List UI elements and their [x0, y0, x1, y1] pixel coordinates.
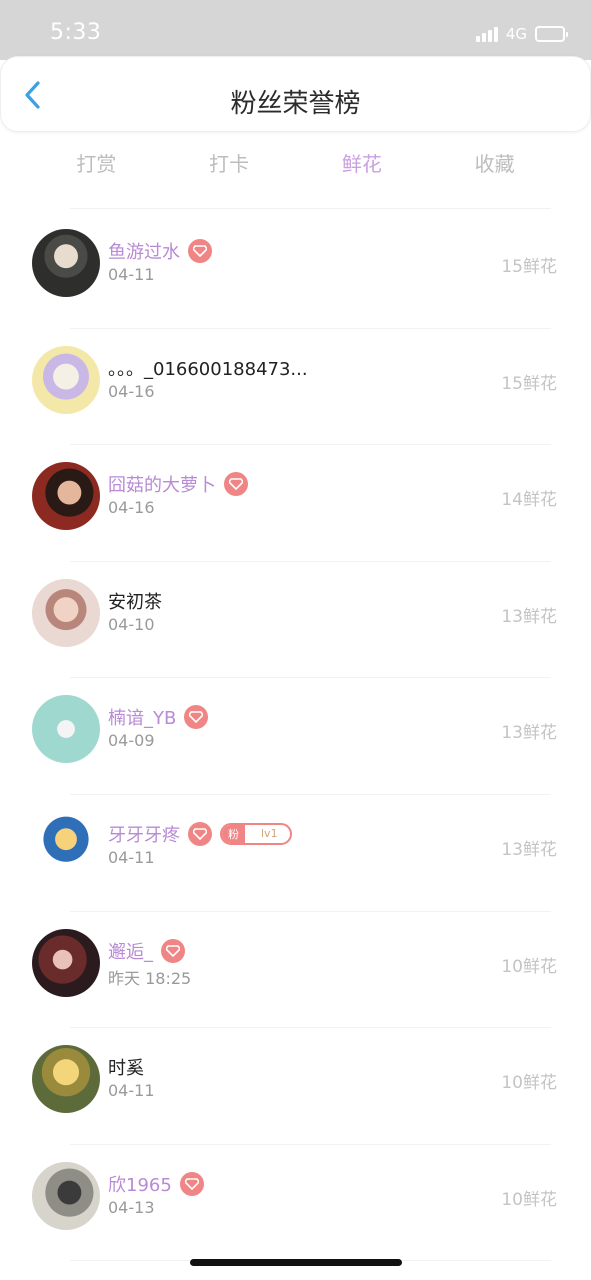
- list-item[interactable]: 邂逅_ 昨天 18:25 10鲜花: [0, 912, 591, 1029]
- fan-level-badge: 粉 lv1: [220, 822, 292, 845]
- user-date: 04-16: [108, 381, 155, 401]
- list-item[interactable]: 安初茶 04-10 13鲜花: [0, 562, 591, 679]
- tab-tips[interactable]: 打赏: [76, 140, 116, 186]
- list-item[interactable]: 欣1965 04-13 10鲜花: [0, 1145, 591, 1262]
- avatar[interactable]: [32, 1045, 100, 1114]
- tab-flowers[interactable]: 鲜花: [342, 140, 382, 186]
- flower-count: 14鲜花: [501, 490, 557, 511]
- tab-favorites[interactable]: 收藏: [475, 140, 515, 186]
- list-item[interactable]: 鱼游过水 04-11 15鲜花: [0, 212, 591, 329]
- avatar[interactable]: [32, 578, 100, 647]
- list-item[interactable]: 。。。_016600188473... 04-16 15鲜花: [0, 329, 591, 446]
- avatar[interactable]: [32, 1161, 100, 1230]
- flower-count: 13鲜花: [501, 839, 557, 860]
- list-item[interactable]: 时奚 04-11 10鲜花: [0, 1028, 591, 1145]
- user-name[interactable]: 鱼游过水: [108, 238, 180, 264]
- diamond-icon: [184, 705, 209, 730]
- flower-count: 10鲜花: [501, 956, 557, 977]
- user-name[interactable]: 牙牙牙疼: [108, 821, 180, 847]
- tab-bar: 打赏 打卡 鲜花 收藏: [0, 140, 591, 186]
- user-date: 昨天 18:25: [108, 968, 192, 988]
- avatar[interactable]: [32, 229, 100, 297]
- diamond-icon: [188, 821, 212, 846]
- battery-icon: [535, 26, 568, 42]
- user-date: 04-10: [108, 614, 155, 634]
- rank-list: 鱼游过水 04-11 15鲜花 。。。_016600188473... 04-1…: [0, 212, 591, 1261]
- diamond-icon: [179, 1171, 204, 1196]
- user-name[interactable]: 囧菇的大萝卜: [108, 471, 216, 497]
- page-title: 粉丝荣誉榜: [230, 89, 361, 119]
- avatar[interactable]: [32, 811, 100, 880]
- flower-count: 13鲜花: [501, 723, 557, 744]
- list-item[interactable]: 楠谙_YB 04-09 13鲜花: [0, 678, 591, 795]
- nav-bar: 粉丝荣誉榜: [0, 56, 591, 132]
- list-item[interactable]: 囧菇的大萝卜 04-16 14鲜花: [0, 445, 591, 562]
- tab-checkin[interactable]: 打卡: [209, 140, 249, 186]
- user-name[interactable]: 安初茶: [108, 588, 162, 614]
- avatar[interactable]: [32, 928, 100, 997]
- status-indicators: 4G: [475, 24, 568, 44]
- signal-icon: [475, 26, 498, 42]
- avatar[interactable]: [32, 695, 100, 764]
- user-name[interactable]: 欣1965: [108, 1171, 172, 1197]
- user-date: 04-16: [108, 498, 155, 518]
- diamond-icon: [188, 239, 212, 263]
- user-date: 04-09: [108, 731, 155, 751]
- diamond-icon: [224, 472, 248, 497]
- flower-count: 13鲜花: [501, 606, 557, 627]
- home-indicator[interactable]: [190, 1259, 402, 1266]
- user-name[interactable]: 楠谙_YB: [108, 704, 176, 730]
- user-name[interactable]: 邂逅_: [108, 938, 153, 964]
- flower-count: 10鲜花: [501, 1189, 557, 1210]
- diamond-icon: [161, 938, 185, 963]
- flower-count: 15鲜花: [501, 373, 557, 394]
- user-name[interactable]: 。。。_016600188473...: [108, 355, 308, 381]
- divider: [70, 208, 551, 209]
- network-label: 4G: [505, 25, 527, 43]
- flower-count: 15鲜花: [501, 257, 557, 277]
- avatar[interactable]: [32, 462, 100, 531]
- status-time: 5:33: [50, 20, 102, 45]
- user-date: 04-11: [108, 265, 155, 284]
- flower-count: 10鲜花: [501, 1073, 557, 1094]
- status-bar: 5:33 4G: [0, 0, 591, 60]
- avatar[interactable]: [32, 345, 100, 414]
- list-item[interactable]: 牙牙牙疼 粉 lv1 04-11 13鲜花: [0, 795, 591, 912]
- user-date: 04-13: [108, 1197, 155, 1217]
- user-date: 04-11: [108, 847, 155, 867]
- fan-badge-label: 粉: [222, 824, 245, 843]
- fan-badge-level: lv1: [261, 827, 278, 841]
- user-name[interactable]: 时奚: [108, 1054, 144, 1080]
- user-date: 04-11: [108, 1081, 155, 1101]
